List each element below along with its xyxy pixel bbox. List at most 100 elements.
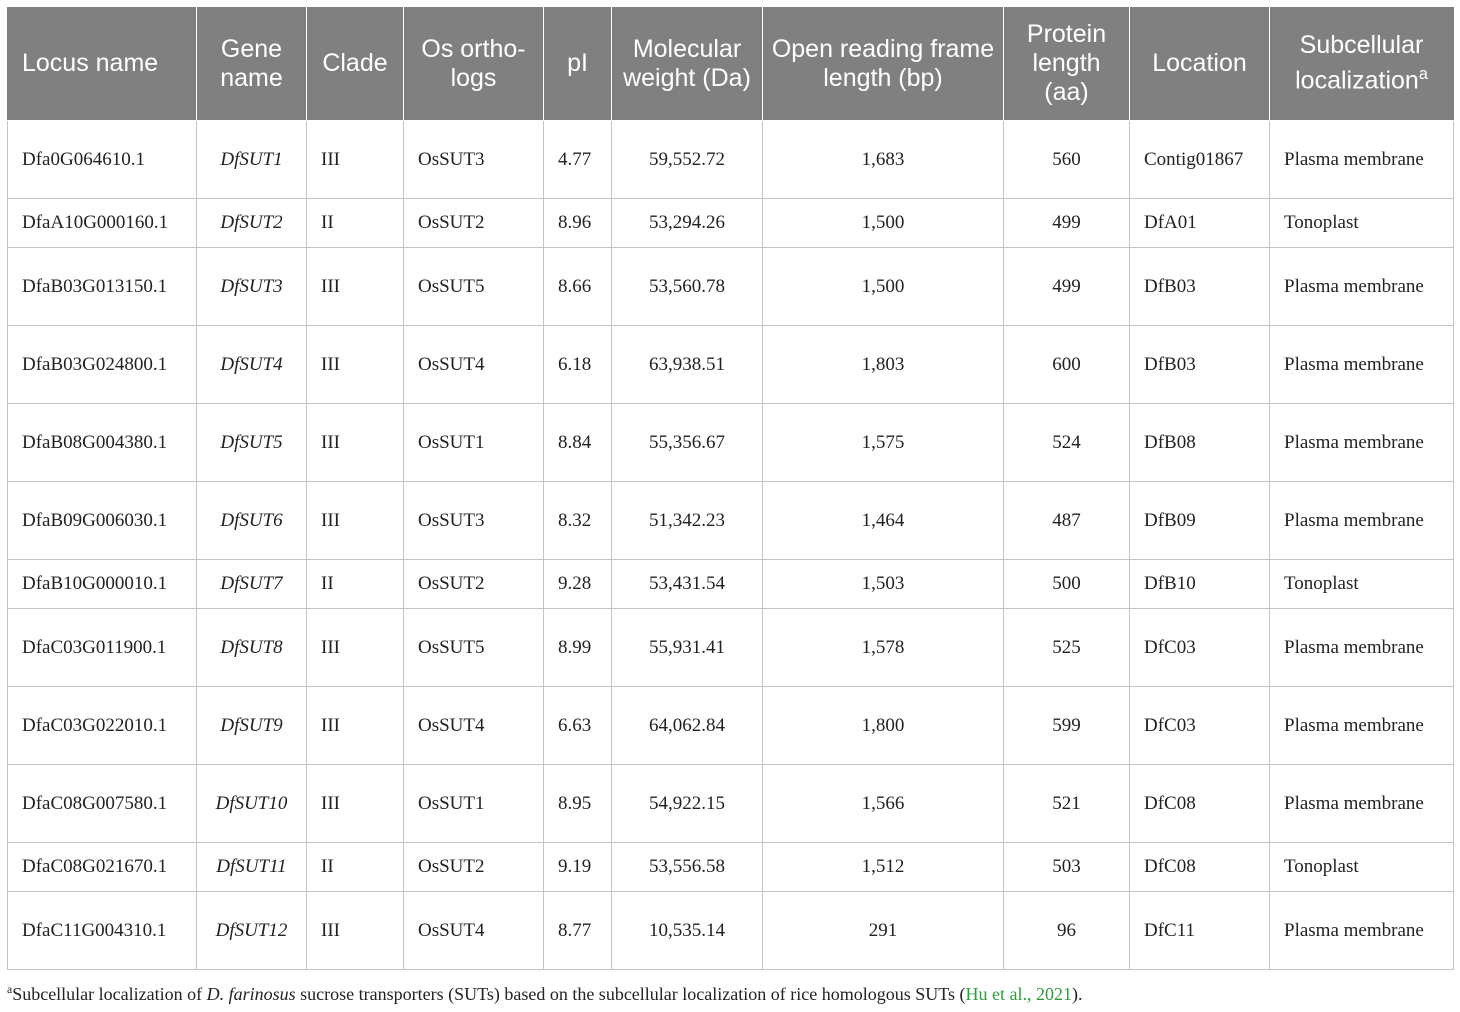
cell-gene-name: DfSUT10 xyxy=(196,764,307,843)
table-row: DfaC03G022010.1 DfSUT9 III OsSUT4 6.63 64,062… xyxy=(7,686,1454,765)
header-clade: Clade xyxy=(306,7,404,121)
cell-gene-name: DfSUT8 xyxy=(196,608,307,687)
cell-pi: 8.77 xyxy=(543,891,612,970)
cell-gene-name: DfSUT1 xyxy=(196,120,307,199)
cell-protein-length: 521 xyxy=(1003,764,1130,843)
cell-os-ortholog: OsSUT4 xyxy=(403,325,544,404)
cell-protein-length: 96 xyxy=(1003,891,1130,970)
cell-pi: 6.18 xyxy=(543,325,612,404)
cell-subcellular-localization: Plasma membrane xyxy=(1269,120,1454,199)
cell-locus-name: DfaB10G000010.1 xyxy=(7,559,197,609)
cell-pi: 8.84 xyxy=(543,403,612,482)
cell-subcellular-localization: Plasma membrane xyxy=(1269,891,1454,970)
cell-pi: 8.96 xyxy=(543,198,612,248)
cell-orf-length: 1,503 xyxy=(762,559,1004,609)
cell-pi: 8.99 xyxy=(543,608,612,687)
cell-gene-name: DfSUT11 xyxy=(196,842,307,892)
cell-protein-length: 503 xyxy=(1003,842,1130,892)
cell-location: DfB09 xyxy=(1129,481,1270,560)
cell-locus-name: DfaC08G007580.1 xyxy=(7,764,197,843)
cell-pi: 6.63 xyxy=(543,686,612,765)
cell-clade: II xyxy=(306,198,404,248)
cell-os-ortholog: OsSUT2 xyxy=(403,559,544,609)
cell-subcellular-localization: Plasma membrane xyxy=(1269,686,1454,765)
table-row: DfaC08G021670.1 DfSUT11 II OsSUT2 9.19 53,556… xyxy=(7,842,1454,892)
table-container: Locus name Gene name Clade Os ortho-logs… xyxy=(7,7,1454,970)
cell-subcellular-localization: Plasma membrane xyxy=(1269,325,1454,404)
cell-molecular-weight: 55,356.67 xyxy=(611,403,763,482)
cell-clade: III xyxy=(306,686,404,765)
cell-molecular-weight: 53,556.58 xyxy=(611,842,763,892)
cell-location: DfC03 xyxy=(1129,608,1270,687)
cell-subcellular-localization: Plasma membrane xyxy=(1269,403,1454,482)
footnote-text-pre: Subcellular localization of xyxy=(12,984,207,1004)
table-row: DfaB03G013150.1 DfSUT3 III OsSUT5 8.66 53,560… xyxy=(7,247,1454,326)
table-row: DfaB08G004380.1 DfSUT5 III OsSUT1 8.84 55,356… xyxy=(7,403,1454,482)
footnote-text-post: sucrose transporters (SUTs) based on the… xyxy=(295,984,966,1004)
cell-locus-name: Dfa0G064610.1 xyxy=(7,120,197,199)
cell-molecular-weight: 53,294.26 xyxy=(611,198,763,248)
footnote-text-end: ). xyxy=(1071,984,1083,1004)
cell-subcellular-localization: Plasma membrane xyxy=(1269,481,1454,560)
cell-os-ortholog: OsSUT1 xyxy=(403,764,544,843)
cell-clade: III xyxy=(306,481,404,560)
cell-locus-name: DfaC03G022010.1 xyxy=(7,686,197,765)
footnote-citation-link[interactable]: Hu et al., 2021 xyxy=(965,984,1071,1004)
table-header: Locus name Gene name Clade Os ortho-logs… xyxy=(7,7,1454,121)
cell-subcellular-localization: Plasma membrane xyxy=(1269,608,1454,687)
table-row: DfaB09G006030.1 DfSUT6 III OsSUT3 8.32 51,342… xyxy=(7,481,1454,560)
cell-subcellular-localization: Tonoplast xyxy=(1269,198,1454,248)
cell-gene-name: DfSUT9 xyxy=(196,686,307,765)
cell-protein-length: 525 xyxy=(1003,608,1130,687)
table-row: DfaC08G007580.1 DfSUT10 III OsSUT1 8.95 54,92… xyxy=(7,764,1454,843)
cell-location: DfC08 xyxy=(1129,764,1270,843)
cell-protein-length: 487 xyxy=(1003,481,1130,560)
cell-location: DfC03 xyxy=(1129,686,1270,765)
cell-orf-length: 291 xyxy=(762,891,1004,970)
cell-protein-length: 500 xyxy=(1003,559,1130,609)
cell-orf-length: 1,464 xyxy=(762,481,1004,560)
header-footnote-marker: a xyxy=(1418,65,1428,84)
cell-pi: 9.28 xyxy=(543,559,612,609)
cell-location: DfB08 xyxy=(1129,403,1270,482)
cell-pi: 8.32 xyxy=(543,481,612,560)
cell-gene-name: DfSUT2 xyxy=(196,198,307,248)
cell-os-ortholog: OsSUT5 xyxy=(403,247,544,326)
cell-clade: II xyxy=(306,559,404,609)
cell-os-ortholog: OsSUT1 xyxy=(403,403,544,482)
cell-orf-length: 1,578 xyxy=(762,608,1004,687)
cell-protein-length: 524 xyxy=(1003,403,1130,482)
cell-subcellular-localization: Tonoplast xyxy=(1269,842,1454,892)
cell-clade: III xyxy=(306,608,404,687)
cell-gene-name: DfSUT6 xyxy=(196,481,307,560)
cell-protein-length: 600 xyxy=(1003,325,1130,404)
table-row: DfaC11G004310.1 DfSUT12 III OsSUT4 8.77 10,53… xyxy=(7,891,1454,970)
header-subcellular-text: Subcellular localization xyxy=(1295,31,1424,95)
cell-molecular-weight: 10,535.14 xyxy=(611,891,763,970)
cell-clade: III xyxy=(306,325,404,404)
cell-locus-name: DfaB09G006030.1 xyxy=(7,481,197,560)
header-protein-length: Protein length (aa) xyxy=(1003,7,1130,121)
cell-locus-name: DfaC03G011900.1 xyxy=(7,608,197,687)
cell-locus-name: DfaB08G004380.1 xyxy=(7,403,197,482)
cell-os-ortholog: OsSUT3 xyxy=(403,120,544,199)
header-subcellular-localization: Subcellular localizationa xyxy=(1269,7,1454,121)
cell-locus-name: DfaA10G000160.1 xyxy=(7,198,197,248)
table-row: Dfa0G064610.1 DfSUT1 III OsSUT3 4.77 59,552.7… xyxy=(7,120,1454,199)
cell-clade: III xyxy=(306,403,404,482)
cell-os-ortholog: OsSUT2 xyxy=(403,198,544,248)
cell-gene-name: DfSUT4 xyxy=(196,325,307,404)
cell-molecular-weight: 64,062.84 xyxy=(611,686,763,765)
cell-os-ortholog: OsSUT3 xyxy=(403,481,544,560)
cell-molecular-weight: 59,552.72 xyxy=(611,120,763,199)
cell-locus-name: DfaC11G004310.1 xyxy=(7,891,197,970)
table-row: DfaB03G024800.1 DfSUT4 III OsSUT4 6.18 63,938… xyxy=(7,325,1454,404)
header-row: Locus name Gene name Clade Os ortho-logs… xyxy=(7,7,1454,121)
cell-location: DfB03 xyxy=(1129,325,1270,404)
cell-location: DfC11 xyxy=(1129,891,1270,970)
cell-orf-length: 1,512 xyxy=(762,842,1004,892)
cell-molecular-weight: 53,560.78 xyxy=(611,247,763,326)
cell-gene-name: DfSUT3 xyxy=(196,247,307,326)
cell-location: DfB03 xyxy=(1129,247,1270,326)
table-body: Dfa0G064610.1 DfSUT1 III OsSUT3 4.77 59,552.7… xyxy=(7,120,1454,970)
